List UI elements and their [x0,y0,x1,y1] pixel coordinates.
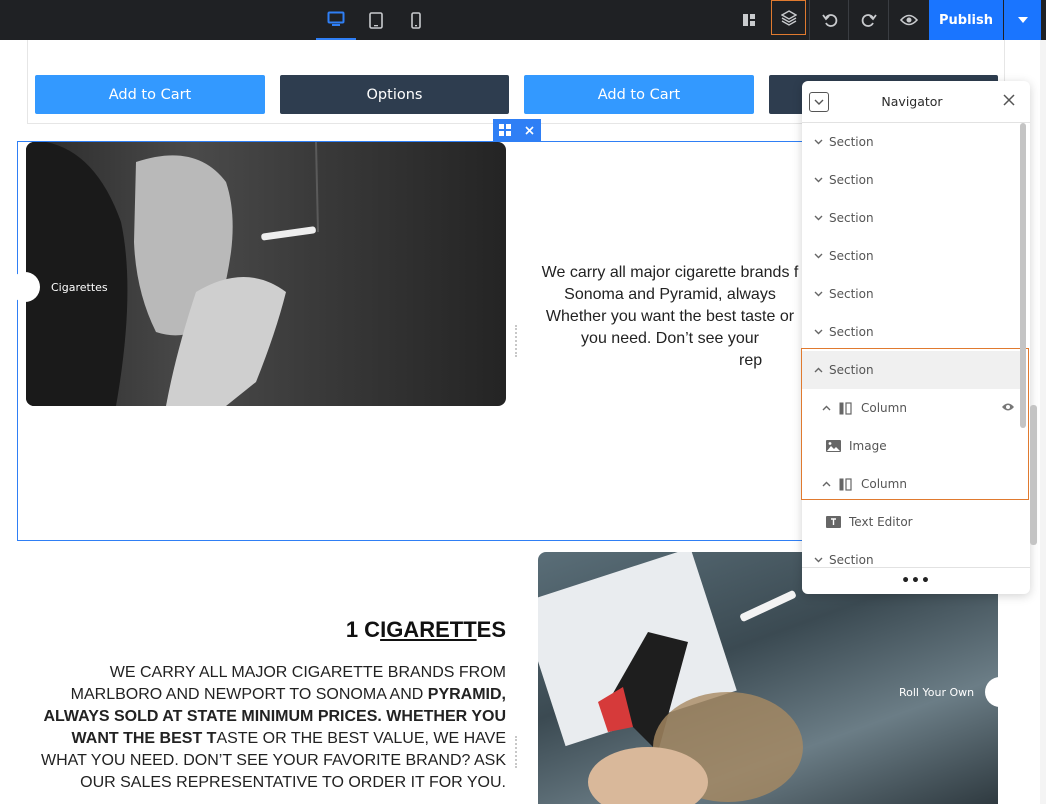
chevron-down-icon[interactable] [811,173,825,187]
intro-line: you need. Don’t see your [581,330,759,347]
publish-options-button[interactable] [1004,0,1041,40]
redo-icon [861,14,877,27]
layout-icon [743,14,755,26]
chevron-up-icon[interactable] [819,477,833,491]
editor-topbar: Publish [0,0,1046,40]
structure-button[interactable] [729,0,769,40]
carousel-dot[interactable] [10,272,40,302]
tablet-icon [369,11,383,29]
chevron-down-icon[interactable] [811,135,825,149]
close-icon [1003,94,1015,106]
carousel-dot[interactable] [985,677,1015,707]
navigator-item-image[interactable]: Image [802,427,1020,465]
desktop-view-button[interactable] [316,0,356,40]
column-resize-handle[interactable] [515,736,517,768]
navigator-more-button[interactable]: ••• [802,567,1030,594]
eye-icon [899,14,918,26]
navigator-item-section[interactable]: Section [802,123,1020,161]
layers-icon [780,9,797,26]
canvas-gutter [1040,40,1046,804]
navigator-close-button[interactable] [1001,92,1017,108]
mobile-view-button[interactable] [396,0,436,40]
navigator-item-section[interactable]: Section [802,199,1020,237]
add-to-cart-button[interactable]: Add to Cart [524,75,754,114]
text-editor-icon [825,514,841,530]
navigator-item-section[interactable]: Section [802,275,1020,313]
navigator-item-section[interactable]: Section [802,237,1020,275]
navigator-item-section[interactable]: Section [802,541,1020,567]
navigator-item-label: Section [829,287,874,301]
chevron-up-icon[interactable] [819,401,833,415]
desktop-icon [327,11,345,26]
column-icon [837,400,853,416]
intro-line: We carry all major cigarette brands f [541,264,799,281]
navigator-item-section-active[interactable]: Section [802,351,1020,389]
heading-text: ES [476,617,506,642]
navigator-item-label: Column [861,401,907,415]
section-drag-handle[interactable] [493,119,517,141]
add-to-cart-button[interactable]: Add to Cart [35,75,265,114]
page-scrollbar[interactable] [1030,405,1037,545]
heading-underlined-text: IGARETT [380,617,477,642]
more-icon: ••• [901,573,931,589]
navigator-item-section[interactable]: Section [802,161,1020,199]
brands-paragraph: WE CARRY ALL MAJOR CIGARETTE BRANDS FROM… [30,662,506,794]
column-icon [837,476,853,492]
navigator-item-label: Section [829,553,874,567]
mobile-icon [411,11,421,29]
grid-icon [499,124,511,136]
navigator-item-column[interactable]: Column [802,465,1020,503]
navigator-header: Navigator [802,81,1030,123]
eye-icon[interactable] [1001,401,1015,415]
chevron-down-icon[interactable] [811,553,825,567]
heading-text: 1 C [345,617,381,642]
section-heading: 1 CIGARETTES [300,617,506,643]
column-resize-handle[interactable] [515,325,517,357]
chevron-down-icon[interactable] [811,249,825,263]
navigator-item-label: Image [849,439,887,453]
navigator-item-column[interactable]: Column [802,389,1020,427]
navigator-item-section[interactable]: Section [802,313,1020,351]
navigator-item-label: Section [829,363,874,377]
navigator-item-text-editor[interactable]: Text Editor [802,503,1020,541]
preview-button[interactable] [888,0,928,40]
navigator-tree: Section Section Section Section Section … [802,123,1020,567]
intro-line: rep [739,352,763,369]
image-icon [825,438,841,454]
undo-button[interactable] [809,0,849,40]
publish-button[interactable]: Publish [929,0,1003,40]
close-icon [524,125,534,135]
navigator-item-label: Column [861,477,907,491]
tablet-view-button[interactable] [356,0,396,40]
woman-silhouette [26,142,319,406]
navigator-toggle-button[interactable] [771,0,806,35]
section-handle [493,119,541,141]
navigator-panel: Navigator Section Section Section Sectio… [802,81,1030,594]
smoking-woman-image[interactable] [26,142,506,406]
intro-paragraph: We carry all major cigarette brands f So… [525,262,815,372]
caret-down-icon [1017,17,1028,23]
navigator-item-label: Section [829,135,874,149]
section-delete-button[interactable] [517,119,541,141]
chevron-down-icon[interactable] [811,211,825,225]
navigator-item-label: Section [829,249,874,263]
image-caption: Roll Your Own [899,686,975,699]
undo-icon [821,14,837,27]
image-caption: Cigarettes [51,281,108,294]
redo-button[interactable] [848,0,888,40]
chevron-up-icon[interactable] [811,363,825,377]
intro-line: Whether you want the best taste or [545,308,795,325]
navigator-item-label: Text Editor [849,515,913,529]
intro-line: Sonoma and Pyramid, always [564,286,776,303]
navigator-item-label: Section [829,173,874,187]
navigator-title: Navigator [881,94,943,109]
navigator-item-label: Section [829,325,874,339]
navigator-scrollbar[interactable] [1020,123,1026,428]
navigator-item-label: Section [829,211,874,225]
options-button[interactable]: Options [280,75,509,114]
chevron-down-icon[interactable] [811,325,825,339]
chevron-down-icon[interactable] [811,287,825,301]
